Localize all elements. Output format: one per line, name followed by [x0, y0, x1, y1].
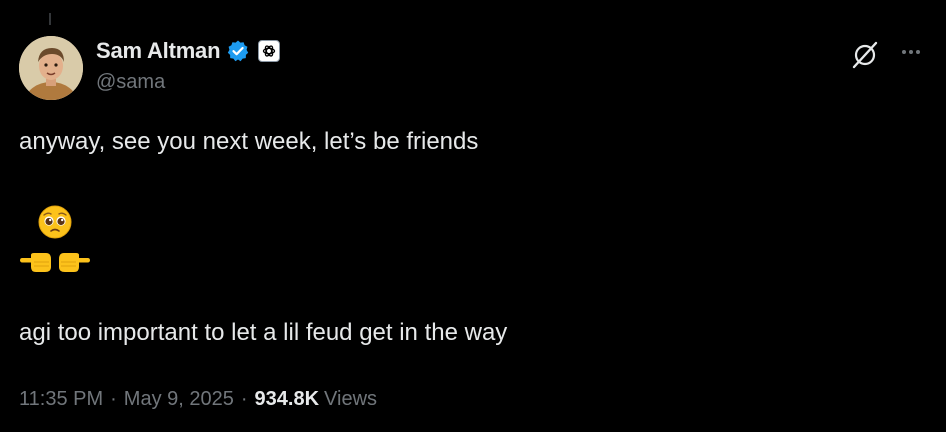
tweet-text-line-1: anyway, see you next week, let’s be frie… [19, 128, 479, 155]
meta-separator: · [110, 388, 117, 410]
tweet-time[interactable]: 11:35 PM [19, 388, 103, 411]
tweet-date[interactable]: May 9, 2025 [124, 388, 234, 411]
pleading-face-emoji-icon [38, 205, 72, 239]
author-display-name[interactable]: Sam Altman [96, 38, 221, 64]
grok-icon[interactable] [850, 40, 880, 70]
tweet-metadata: 11:35 PM · May 9, 2025 · 934.8K Views [19, 388, 377, 411]
pointing-hands-emoji-icon [20, 253, 90, 272]
thread-connector-line [49, 13, 51, 25]
author-name-row: Sam Altman [96, 36, 281, 66]
author-handle[interactable]: @sama [96, 71, 165, 94]
avatar-image [19, 36, 83, 100]
verified-badge-icon[interactable] [226, 39, 250, 63]
views-count[interactable]: 934.8K [255, 388, 320, 411]
tweet-text-line-2: agi too important to let a lil feud get … [19, 319, 508, 346]
views-label: Views [324, 388, 378, 410]
more-icon[interactable] [899, 40, 923, 64]
meta-separator: · [240, 388, 248, 410]
avatar[interactable] [19, 36, 83, 100]
openai-affiliate-badge[interactable] [258, 40, 281, 62]
openai-logo-icon [263, 45, 276, 57]
